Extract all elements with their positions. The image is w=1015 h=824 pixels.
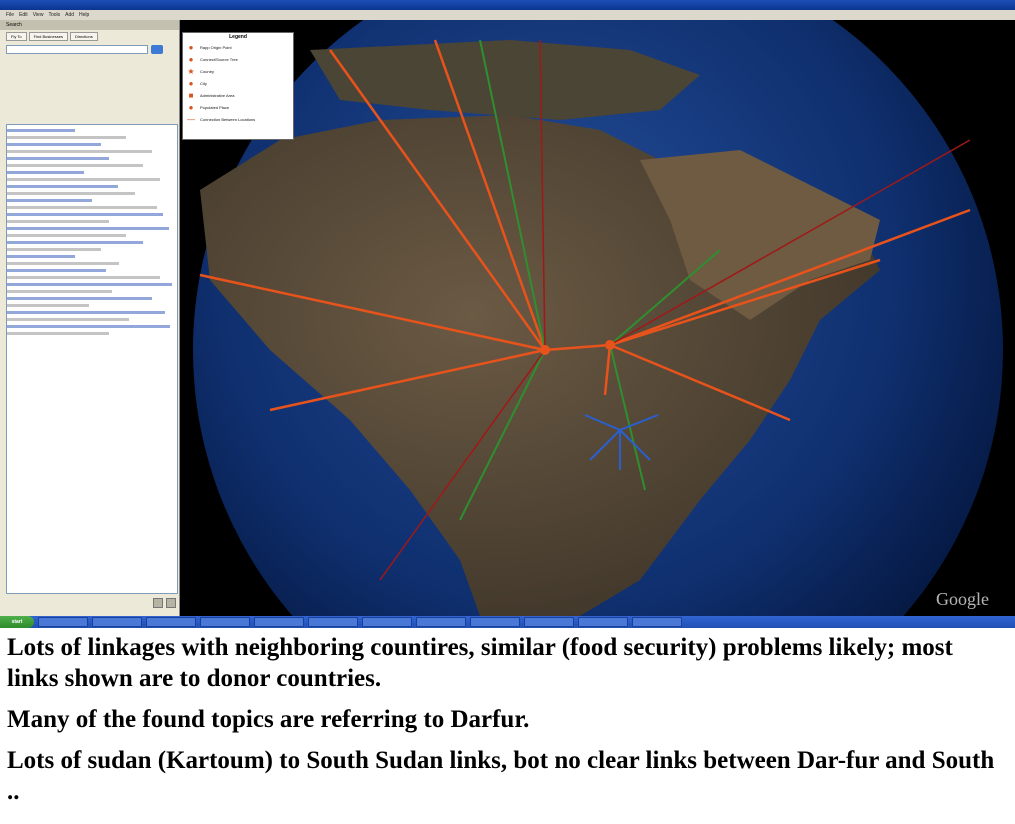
taskbar-item[interactable] — [362, 617, 412, 627]
search-button[interactable] — [151, 45, 163, 54]
sidebar-footer — [6, 598, 176, 610]
legend-item: ● Populated Place — [183, 101, 293, 113]
marker-khartoum[interactable] — [605, 340, 615, 350]
start-button[interactable]: start — [0, 616, 34, 628]
search-input[interactable] — [6, 45, 148, 54]
search-panel-title: Search — [0, 20, 179, 30]
menu-tools[interactable]: Tools — [48, 10, 60, 20]
legend-item: ● Rapp Origin Point — [183, 41, 293, 53]
legend-item: — Connection Between Locations — [183, 113, 293, 125]
caption-paragraph-1: Lots of linkages with neighboring counti… — [7, 634, 953, 692]
tab-fly-to[interactable]: Fly To — [6, 32, 27, 41]
taskbar: start — [0, 616, 1015, 628]
legend-label: Populated Place — [200, 104, 230, 110]
google-watermark: Google — [936, 589, 989, 609]
sidebar-down-button[interactable] — [166, 598, 176, 608]
places-tree[interactable] — [6, 124, 178, 594]
taskbar-item[interactable] — [200, 617, 250, 627]
legend-item: ● Connect/Source Tree — [183, 53, 293, 65]
menu-view[interactable]: View — [33, 10, 44, 20]
legend-item: ★ Country — [183, 65, 293, 77]
menu-edit[interactable]: Edit — [19, 10, 28, 20]
legend-item: ■ Administrative Area — [183, 89, 293, 101]
menu-file[interactable]: File — [6, 10, 14, 20]
caption-paragraph-3: Lots of sudan (Kartoum) to South Sudan l… — [7, 747, 995, 805]
taskbar-item[interactable] — [524, 617, 574, 627]
dot-icon: ● — [188, 102, 194, 112]
tab-directions[interactable]: Directions — [69, 32, 98, 41]
taskbar-item[interactable] — [632, 617, 682, 627]
legend-label: Connect/Source Tree — [200, 56, 238, 62]
taskbar-item[interactable] — [38, 617, 88, 627]
sidebar-up-button[interactable] — [153, 598, 163, 608]
taskbar-item[interactable] — [254, 617, 304, 627]
menu-bar: File Edit View Tools Add Help — [0, 10, 1015, 20]
caption-text: Lots of linkages with neighboring counti… — [7, 632, 997, 807]
search-tabs: Fly To Find Businesses Directions — [0, 30, 179, 43]
menu-help[interactable]: Help — [79, 10, 89, 20]
search-row — [0, 43, 179, 56]
earth-view[interactable] — [180, 20, 1015, 616]
legend-label: Administrative Area — [200, 92, 235, 98]
title-bar — [0, 0, 1015, 10]
legend-label: Rapp Origin Point — [200, 44, 232, 50]
taskbar-item[interactable] — [92, 617, 142, 627]
square-icon: ■ — [188, 90, 194, 100]
screenshot: File Edit View Tools Add Help Search Fly… — [0, 0, 1015, 628]
taskbar-item[interactable] — [416, 617, 466, 627]
pin-icon: ● — [188, 42, 194, 52]
sidebar: Search Fly To Find Businesses Directions — [0, 20, 180, 616]
legend-label: City — [200, 80, 207, 86]
tab-find-businesses[interactable]: Find Businesses — [28, 32, 68, 41]
star-icon: ★ — [187, 66, 195, 76]
legend-label: Country — [200, 68, 215, 74]
marker-darfur[interactable] — [540, 345, 550, 355]
legend: Legend ● Rapp Origin Point ● Connect/Sourc… — [182, 32, 294, 140]
taskbar-item[interactable] — [308, 617, 358, 627]
taskbar-item[interactable] — [470, 617, 520, 627]
legend-title: Legend — [229, 34, 247, 40]
caption-paragraph-2: Many of the found topics are referring t… — [7, 706, 530, 733]
menu-add[interactable]: Add — [65, 10, 74, 20]
pin-icon: ● — [188, 54, 194, 64]
globe-map[interactable] — [180, 20, 1015, 616]
line-icon: — — [187, 114, 195, 124]
legend-label: Connection Between Locations — [200, 116, 256, 122]
taskbar-item[interactable] — [146, 617, 196, 627]
taskbar-item[interactable] — [578, 617, 628, 627]
dot-icon: ● — [188, 78, 194, 88]
legend-item: ● City — [183, 77, 293, 89]
